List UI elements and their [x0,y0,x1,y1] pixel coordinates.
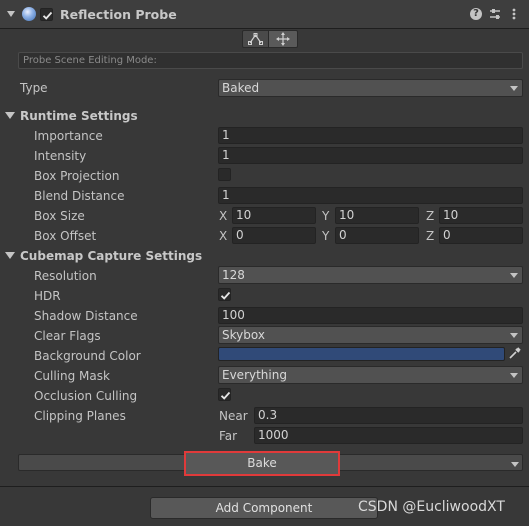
background-color-label: Background Color [34,349,141,363]
shadow-distance-field[interactable]: 100 [218,307,523,324]
box-size-y-field[interactable]: 10 [335,207,419,224]
component-enabled-checkbox[interactable] [40,8,53,21]
chevron-down-icon [510,86,518,91]
chevron-down-icon [510,273,518,278]
type-dropdown[interactable]: Baked [218,79,523,97]
type-label: Type [20,81,48,95]
chevron-down-icon [510,373,518,378]
importance-field[interactable]: 1 [218,127,523,144]
box-size-z-field[interactable]: 10 [439,207,523,224]
box-offset-z-field[interactable]: 0 [439,227,523,244]
fold-arrow-icon[interactable] [7,11,15,17]
box-projection-checkbox[interactable] [218,168,231,181]
bake-label: Bake [247,456,277,470]
runtime-fold-icon[interactable] [5,112,15,119]
reflection-probe-icon [22,7,36,21]
intensity-label: Intensity [34,149,87,163]
box-offset-label: Box Offset [34,229,97,243]
blend-distance-label: Blend Distance [34,189,125,203]
check-icon [220,391,231,400]
occlusion-culling-label: Occlusion Culling [34,389,138,403]
watermark: CSDN @EucliwoodXT [358,499,505,515]
near-field[interactable]: 0.3 [254,407,523,424]
chevron-down-icon [510,333,518,338]
bake-button[interactable]: Bake [184,451,340,476]
box-size-x-label: X [219,209,228,223]
resolution-label: Resolution [34,269,97,283]
clear-flags-label: Clear Flags [34,329,101,343]
box-size-z-label: Z [426,209,435,223]
cubemap-settings-title[interactable]: Cubemap Capture Settings [20,249,202,263]
clear-flags-value: Skybox [222,328,265,342]
type-value: Baked [222,81,260,95]
bake-dropdown-chevron-icon[interactable] [511,462,519,467]
near-label: Near [219,409,248,423]
culling-mask-value: Everything [222,368,287,382]
check-icon [220,291,231,300]
component-title: Reflection Probe [60,7,177,22]
scene-editing-mode-label: Probe Scene Editing Mode: [23,55,157,66]
box-offset-z-label: Z [426,229,435,243]
bottom-divider [0,486,529,487]
add-component-label: Add Component [215,501,313,515]
culling-mask-label: Culling Mask [34,369,110,383]
help-icon[interactable]: ? [470,8,482,20]
edit-bounds-icon [248,33,263,45]
culling-mask-dropdown[interactable]: Everything [218,366,523,384]
importance-label: Importance [34,129,103,143]
eyedropper-icon[interactable] [508,346,522,360]
box-size-y-label: Y [322,209,330,223]
cubemap-fold-icon[interactable] [5,252,15,259]
add-component-button[interactable]: Add Component [150,497,378,519]
hdr-label: HDR [34,289,61,303]
runtime-settings-title[interactable]: Runtime Settings [20,109,138,123]
box-offset-y-field[interactable]: 0 [335,227,419,244]
clear-flags-dropdown[interactable]: Skybox [218,326,523,344]
shadow-distance-label: Shadow Distance [34,309,138,323]
box-offset-x-label: X [219,229,228,243]
clipping-planes-label: Clipping Planes [34,409,126,423]
resolution-dropdown[interactable]: 128 [218,266,523,284]
background-color-swatch[interactable] [218,347,505,361]
box-offset-y-label: Y [322,229,330,243]
move-origin-button[interactable] [268,30,298,48]
box-projection-label: Box Projection [34,169,120,183]
hdr-checkbox[interactable] [218,288,231,301]
occlusion-culling-checkbox[interactable] [218,388,231,401]
context-menu-icon[interactable] [510,7,518,21]
box-offset-x-field[interactable]: 0 [232,227,316,244]
box-size-label: Box Size [34,209,85,223]
resolution-value: 128 [222,268,245,282]
header-divider [0,28,529,29]
box-size-x-field[interactable]: 10 [232,207,316,224]
far-label: Far [219,429,238,443]
edit-bounds-button[interactable] [242,30,269,48]
blend-distance-field[interactable]: 1 [218,187,523,204]
move-icon [276,32,290,46]
far-field[interactable]: 1000 [254,427,523,444]
intensity-field[interactable]: 1 [218,147,523,164]
preset-icon[interactable] [488,7,502,21]
